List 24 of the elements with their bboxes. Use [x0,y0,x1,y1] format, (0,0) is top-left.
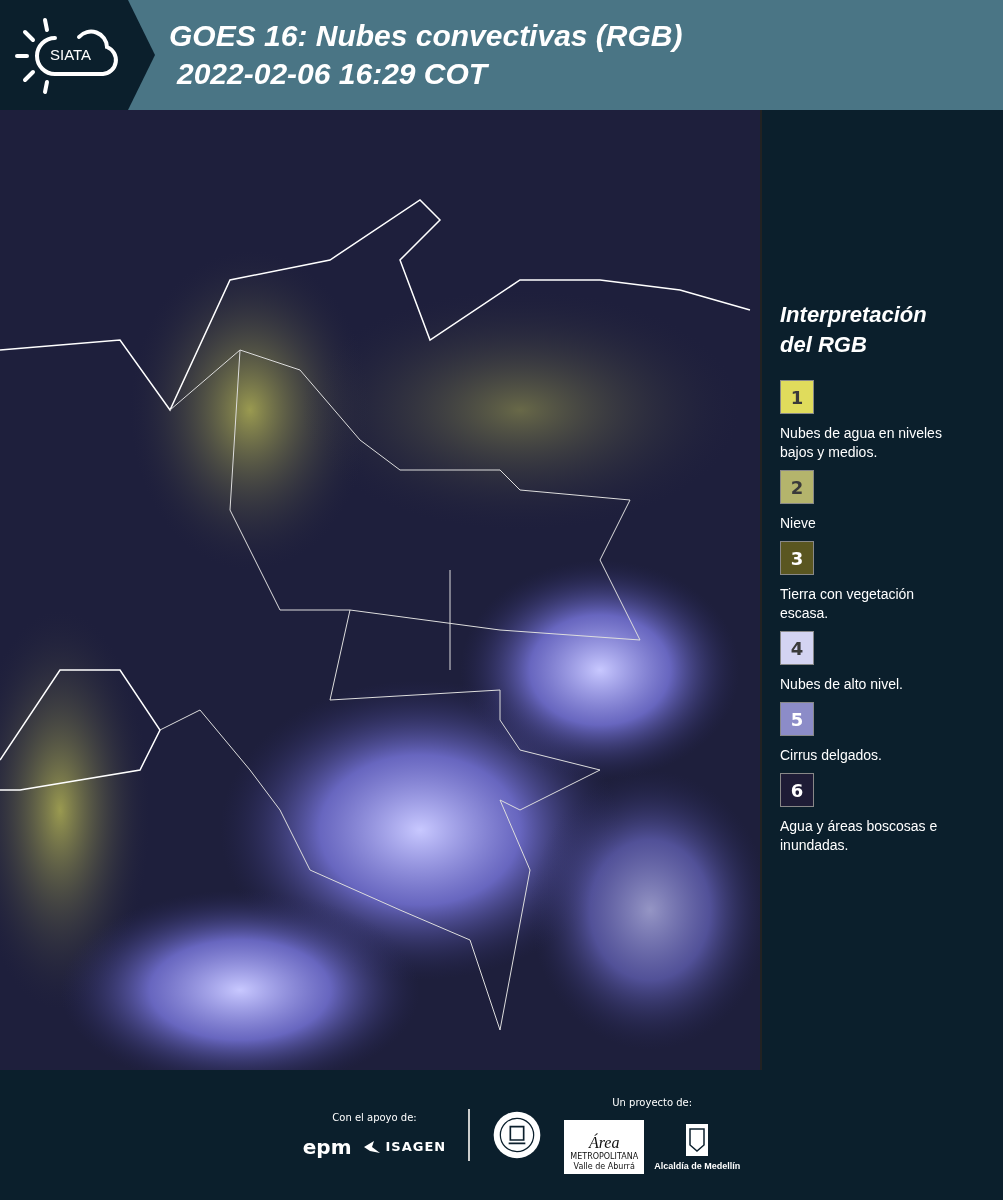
epm-logo: epm [302,1134,352,1159]
project-label: Un proyecto de: [612,1096,693,1108]
legend-label: Tierra con vegetación escasa. [780,585,916,623]
color-swatch: 2 [780,470,814,504]
area-logo: Área METROPOLITANA Valle de Aburrá [564,1119,645,1174]
color-swatch: 1 [780,380,814,414]
seal-icon [492,1110,543,1160]
legend-label: Cirrus delgados. [780,746,883,765]
color-swatch: 3 [780,541,814,575]
color-swatch: 5 [780,702,814,736]
support-label: Con el apoyo de: [332,1111,417,1123]
logo-text: SIATA [50,46,92,63]
color-swatch: 6 [780,773,814,807]
legend-label: Nubes de agua en niveles bajos y medios. [780,424,943,462]
isagen-logo: ISAGEN [385,1139,447,1154]
coat-of-arms-icon [685,1122,710,1157]
page-title: GOES 16: Nubes convectivas (RGB) [169,18,683,54]
color-swatch: 4 [780,631,814,665]
legend-label: Nieve [780,514,817,533]
legend-label: Nubes de alto nivel. [780,675,904,694]
legend-label: Agua y áreas boscosas e inundadas. [780,817,939,855]
legend-title: Interpretación del RGB [780,301,928,359]
alcaldia-label: Alcaldía de Medellín [654,1160,741,1171]
timestamp: 2022-02-06 16:29 COT [175,56,490,92]
